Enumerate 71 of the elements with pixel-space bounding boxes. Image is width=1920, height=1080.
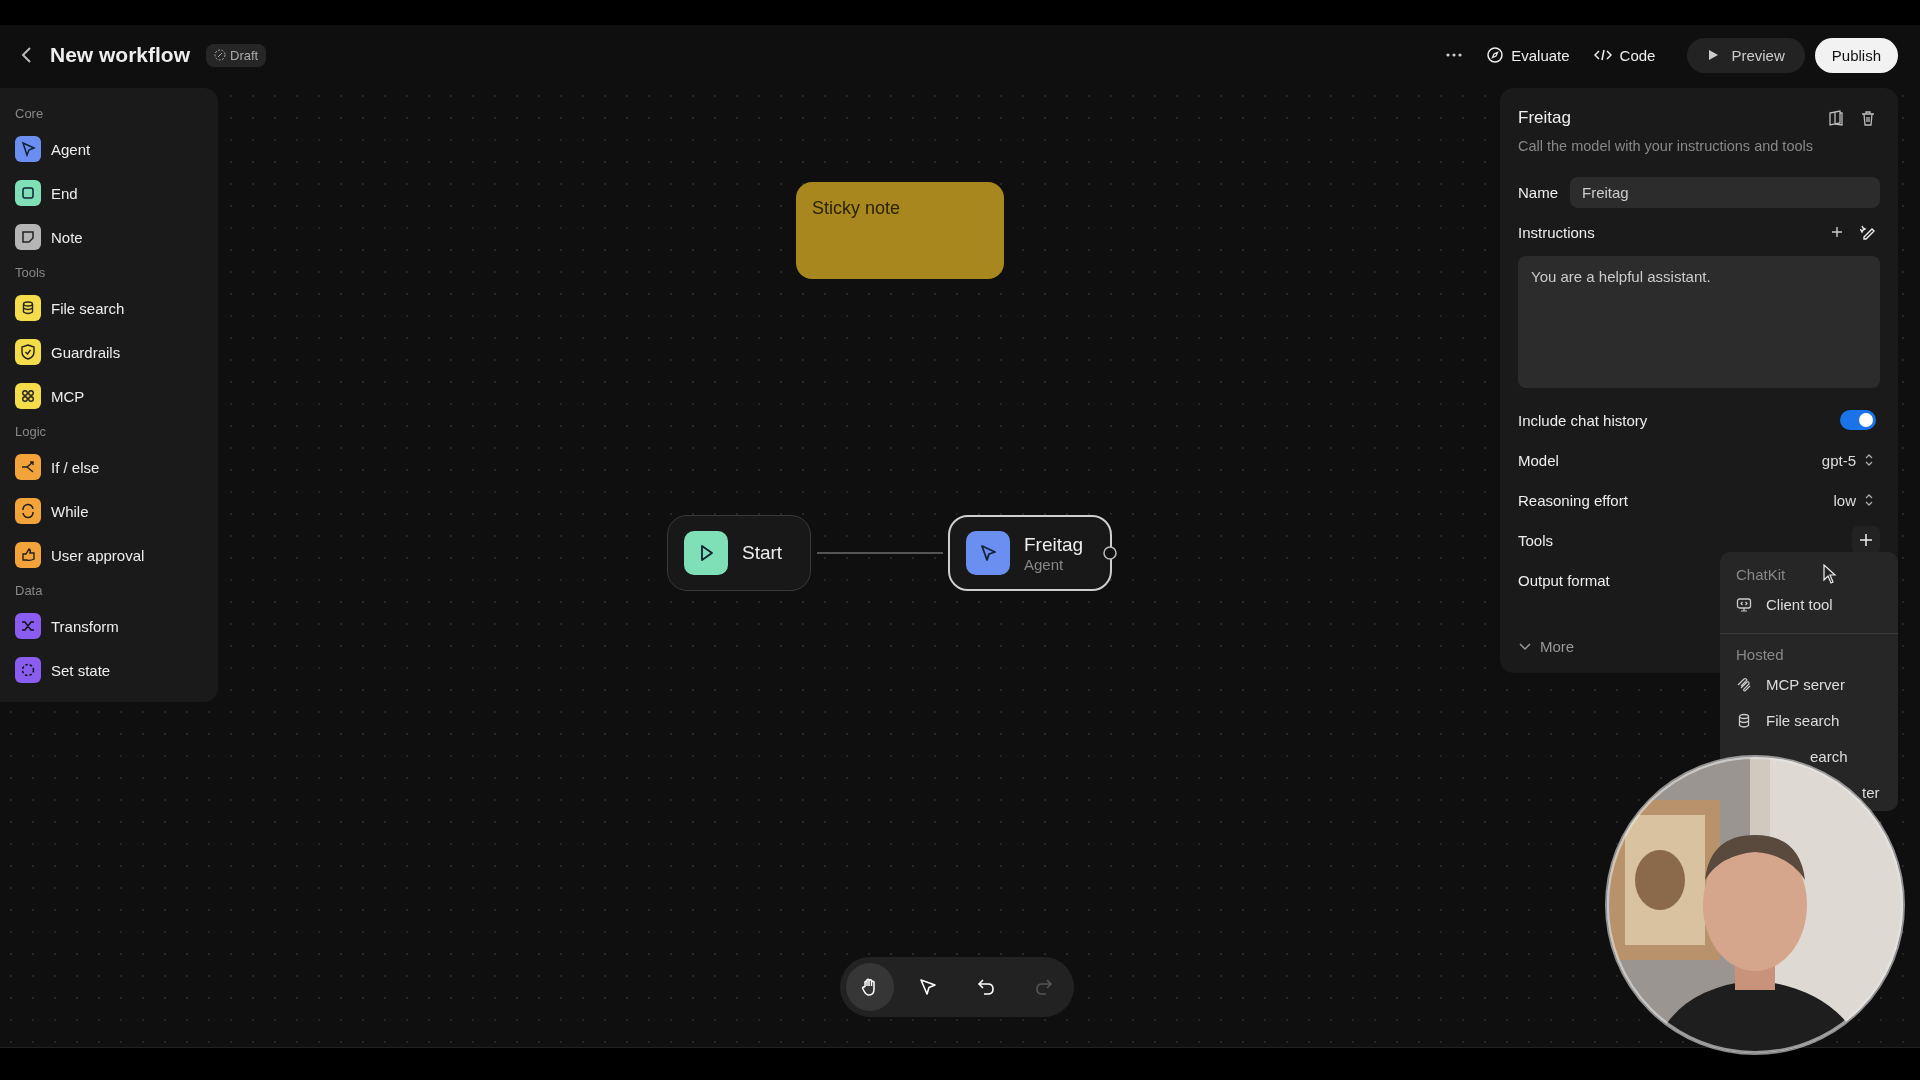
pointer-icon (966, 531, 1010, 575)
cursor-icon (1823, 564, 1837, 584)
monitor-icon (1736, 597, 1752, 613)
mcp-icon (1736, 677, 1752, 693)
draft-badge[interactable]: Draft (206, 43, 267, 67)
play-icon (684, 531, 728, 575)
palette-item[interactable]: Set state (15, 648, 203, 692)
back-icon[interactable] (20, 46, 34, 64)
chevrons-icon (1864, 453, 1874, 467)
plus-icon[interactable] (1830, 225, 1844, 239)
database-icon (1736, 713, 1752, 729)
node-title: Start (742, 542, 783, 564)
sticky-note[interactable]: Sticky note (796, 182, 1004, 279)
trash-icon[interactable] (1860, 110, 1876, 126)
add-tool-button[interactable] (1852, 526, 1880, 554)
instructions-field[interactable]: You are a helpful assistant. (1518, 256, 1880, 388)
palette-item[interactable]: Note (15, 215, 203, 259)
palette-item[interactable]: MCP (15, 374, 203, 418)
menu-heading: Hosted (1736, 645, 1784, 665)
panel-description: Call the model with your instructions and tools (1518, 138, 1814, 154)
book-icon[interactable] (1828, 110, 1844, 126)
toggle-switch[interactable] (1840, 410, 1876, 430)
palette-item[interactable]: End (15, 171, 203, 215)
section-heading: Core (15, 106, 45, 121)
palette-item[interactable]: Agent (15, 127, 203, 171)
node-type: Agent (1024, 555, 1065, 573)
output-port[interactable] (1103, 546, 1117, 560)
hand-tool-button[interactable] (846, 963, 894, 1011)
section-heading: Tools (15, 265, 47, 280)
setting-label: Tools (1518, 531, 1554, 549)
workflow-node[interactable]: Freitag Agent (948, 515, 1112, 591)
section-heading: Data (15, 583, 44, 598)
setting-label: Include chat history (1518, 411, 1648, 429)
menu-heading: ChatKit (1736, 565, 1786, 585)
workflow-node[interactable]: Start (667, 515, 811, 591)
more-icon[interactable] (1445, 52, 1464, 58)
name-field[interactable]: Freitag (1570, 176, 1880, 208)
model-select[interactable]: gpt-5 (1821, 451, 1880, 469)
setting-label: Model (1518, 451, 1559, 469)
plus-icon (1859, 533, 1873, 547)
menu-item[interactable]: Client tool (1720, 587, 1898, 623)
menu-item[interactable]: MCP server (1720, 667, 1898, 703)
menu-item[interactable]: ter (1862, 784, 1880, 802)
code-button[interactable]: Code (1593, 46, 1656, 64)
more-toggle[interactable]: More (1518, 638, 1575, 655)
palette-item[interactable]: User approval (15, 533, 203, 577)
panel-title: Freitag (1518, 108, 1571, 128)
menu-item[interactable]: File search (1720, 703, 1898, 739)
section-heading: Logic (15, 424, 48, 439)
palette-item[interactable]: If / else (15, 445, 203, 489)
code-icon (1593, 48, 1612, 62)
palette-item[interactable]: While (15, 489, 203, 533)
play-icon (1707, 49, 1720, 61)
compass-icon (1487, 47, 1504, 63)
chevron-down-icon (1518, 641, 1532, 652)
workflow-title: New workflow (50, 43, 191, 67)
field-label: Name (1518, 183, 1558, 201)
palette-item[interactable]: File search (15, 286, 203, 330)
magic-pen-icon[interactable] (1860, 224, 1876, 240)
setting-label: Output format (1518, 571, 1610, 589)
evaluate-button[interactable]: Evaluate (1487, 46, 1570, 64)
palette-item[interactable]: Guardrails (15, 330, 203, 374)
preview-button[interactable]: Preview (1687, 37, 1805, 73)
setting-label: Reasoning effort (1518, 491, 1628, 509)
effort-select[interactable]: low (1833, 491, 1880, 509)
publish-button[interactable]: Publish (1814, 37, 1898, 73)
node-title: Freitag (1024, 533, 1084, 556)
field-label: Instructions (1518, 223, 1595, 241)
palette-item[interactable]: Transform (15, 604, 203, 648)
chevrons-icon (1864, 493, 1874, 507)
menu-item[interactable]: earch (1810, 748, 1848, 766)
